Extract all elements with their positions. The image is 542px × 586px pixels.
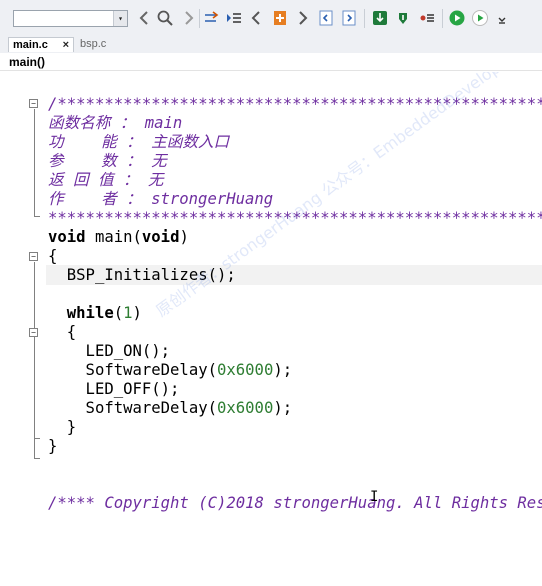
bookmark-next-icon[interactable]: [226, 10, 242, 26]
prev-bookmark-icon[interactable]: [318, 10, 334, 26]
keyword: while: [48, 304, 114, 322]
number-literal: 0x6000: [217, 361, 274, 379]
code-line: 作 者 ： strongerHuang: [48, 190, 274, 208]
code-text: LED_OFF();: [48, 380, 180, 398]
download-icon[interactable]: [372, 10, 388, 26]
code-line: {: [48, 247, 58, 265]
find-icon[interactable]: [157, 10, 173, 26]
keyword: void: [141, 228, 180, 246]
keyword: void: [48, 228, 86, 246]
code-line: {: [48, 323, 77, 341]
function-scope-label: main(): [0, 53, 542, 71]
more-icon[interactable]: [494, 10, 510, 26]
code-text: (: [113, 304, 124, 322]
flash-icon[interactable]: [395, 10, 411, 26]
code-line: 返 回 值 ： 无: [48, 171, 164, 189]
toolbar: ▾: [0, 0, 542, 37]
tab-label: main.c: [13, 39, 48, 51]
next-bookmark-icon[interactable]: [341, 10, 357, 26]
tab-label: bsp.c: [80, 38, 107, 50]
code-line: LED_ON();: [48, 342, 171, 361]
tab-main-c[interactable]: main.c ×: [8, 37, 74, 52]
fold-collapse-icon[interactable]: −: [29, 328, 38, 337]
code-text: );: [273, 361, 293, 379]
nav-back-icon[interactable]: [204, 10, 220, 26]
number-literal: 1: [123, 304, 133, 322]
fold-collapse-icon[interactable]: −: [29, 99, 38, 108]
file-tab-bar: main.c × bsp.c: [0, 36, 542, 53]
code-text: main(: [85, 228, 142, 246]
code-line: }: [48, 437, 58, 455]
chevron-down-icon[interactable]: ▾: [113, 11, 127, 26]
function-combo[interactable]: ▾: [13, 10, 128, 27]
code-line: SoftwareDelay(0x6000);: [48, 361, 293, 380]
insert-bookmark-icon[interactable]: [272, 10, 288, 26]
code-line: /**** Copyright (C)2018 strongerHuang. A…: [48, 494, 542, 512]
code-text: ): [132, 304, 142, 322]
text-cursor-icon: I: [370, 489, 379, 505]
number-literal: 0x6000: [217, 399, 274, 417]
code-line: LED_OFF();: [48, 380, 180, 399]
next-icon[interactable]: [295, 10, 311, 26]
code-line: 参 数 ： 无: [48, 152, 167, 170]
prev-icon[interactable]: [248, 10, 264, 26]
code-line: 功 能 ： 主函数入口: [48, 133, 230, 151]
code-line: }: [48, 418, 77, 436]
code-line: 函数名称 ： main: [48, 114, 183, 132]
code-text: SoftwareDelay(: [48, 361, 217, 379]
code-line: while(1): [48, 304, 142, 323]
back-icon[interactable]: [136, 10, 152, 26]
code-text: );: [273, 399, 293, 417]
options-icon[interactable]: [419, 10, 435, 26]
code-editor[interactable]: − − − /*********************************…: [0, 72, 542, 586]
code-text: SoftwareDelay(: [48, 399, 217, 417]
fold-collapse-icon[interactable]: −: [29, 252, 38, 261]
close-icon[interactable]: ×: [63, 38, 69, 53]
code-line: SoftwareDelay(0x6000);: [48, 399, 293, 418]
start-debug-icon[interactable]: [449, 10, 465, 26]
code-line: void main(void): [48, 228, 189, 247]
code-text: ): [179, 228, 189, 246]
tab-bsp-c[interactable]: bsp.c: [76, 37, 114, 52]
run-icon[interactable]: [472, 10, 488, 26]
code-text: LED_ON();: [48, 342, 171, 360]
forward-icon[interactable]: [181, 10, 197, 26]
